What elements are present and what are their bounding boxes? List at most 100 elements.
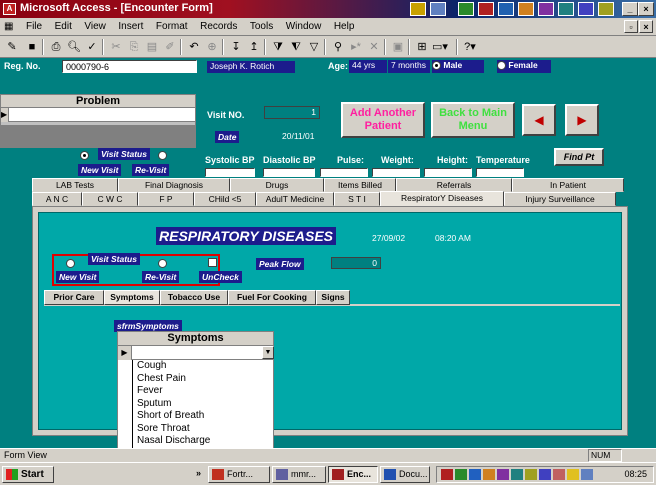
tray-app-icon[interactable] <box>458 2 474 16</box>
resp-re-radio-wrap[interactable] <box>158 258 167 269</box>
access-icon[interactable]: A <box>3 3 16 15</box>
tray-icon[interactable] <box>497 469 509 480</box>
symptom-option[interactable]: Sore Throat <box>133 423 274 436</box>
sort-ascending-icon[interactable]: ↧ <box>228 39 244 55</box>
tab-anc[interactable]: A N C <box>32 192 82 206</box>
tray-icon[interactable] <box>553 469 565 480</box>
delete-record-icon[interactable]: ✕ <box>366 39 382 55</box>
symptom-option[interactable]: Fever <box>133 385 274 398</box>
symptom-option[interactable]: Sputum <box>133 398 274 411</box>
systolic-input[interactable] <box>205 168 255 177</box>
tray-app-icon[interactable] <box>478 2 494 16</box>
add-patient-button[interactable]: Add Another Patient <box>341 102 425 138</box>
print-preview-icon[interactable]: 🔍︎ <box>66 39 82 55</box>
tab-adult-medicine[interactable]: AdulT Medicine <box>256 192 334 206</box>
tray-icon[interactable] <box>581 469 593 480</box>
tray-app-icon[interactable] <box>518 2 534 16</box>
restore-button[interactable]: ▫ <box>624 20 638 33</box>
task-encounter[interactable]: Enc... <box>328 466 378 483</box>
menu-view[interactable]: View <box>79 18 111 35</box>
resp-new-visit-radio[interactable] <box>66 259 75 269</box>
more-tasks-icon[interactable]: » <box>196 468 201 478</box>
tray-icon[interactable] <box>469 469 481 480</box>
spelling-icon[interactable]: ✓ <box>84 39 100 55</box>
format-painter-icon[interactable]: ✐ <box>162 39 178 55</box>
resp-re-visit-radio[interactable] <box>158 259 167 269</box>
tab-fp[interactable]: F P <box>138 192 194 206</box>
temperature-input[interactable] <box>476 168 524 177</box>
visit-no-field[interactable]: 1 <box>264 106 320 119</box>
menu-file[interactable]: File <box>21 18 47 35</box>
tab-sti[interactable]: S T I <box>334 192 380 206</box>
symptom-select[interactable]: ▼ <box>132 346 274 360</box>
help-icon[interactable]: ?▾ <box>462 39 478 55</box>
weight-input[interactable] <box>372 168 420 177</box>
pulse-input[interactable] <box>320 168 368 177</box>
new-record-icon[interactable]: ▸* <box>348 39 364 55</box>
paste-icon[interactable]: ▤ <box>144 39 160 55</box>
female-radio[interactable] <box>497 61 506 71</box>
properties-icon[interactable]: ▣ <box>390 39 406 55</box>
menu-window[interactable]: Window <box>281 18 327 35</box>
undo-icon[interactable]: ↶ <box>186 39 202 55</box>
tray-icon[interactable] <box>455 469 467 480</box>
re-visit-radio[interactable] <box>158 151 167 161</box>
tray-app-icon[interactable] <box>558 2 574 16</box>
tray-icon[interactable] <box>441 469 453 480</box>
close-doc-button[interactable]: × <box>639 20 653 33</box>
dropdown-arrow-icon[interactable]: ▼ <box>262 346 274 359</box>
tab-in-patient[interactable]: In Patient <box>512 178 624 192</box>
tab-items-billed[interactable]: Items Billed <box>324 178 396 192</box>
symptom-dropdown-list[interactable]: Cough Chest Pain Fever Sputum Short of B… <box>132 360 274 448</box>
filter-form-icon[interactable]: ⧨ <box>288 39 304 55</box>
tray-app-icon[interactable] <box>410 2 426 16</box>
menu-insert[interactable]: Insert <box>113 18 148 35</box>
back-main-button[interactable]: Back to Main Menu <box>431 102 515 138</box>
database-window-icon[interactable]: ⊞ <box>414 39 430 55</box>
symptom-option[interactable]: Short of Breath <box>133 410 274 423</box>
subtab-prior-care[interactable]: Prior Care <box>44 290 104 305</box>
tab-respiratory-diseases[interactable]: RespiratorY Diseases <box>380 191 504 207</box>
menu-help[interactable]: Help <box>329 18 360 35</box>
symptom-option[interactable]: Nasal Discharge <box>133 435 274 448</box>
reg-no-field[interactable]: 0000790-6 <box>62 60 197 73</box>
copy-icon[interactable]: ⎘ <box>126 39 142 55</box>
subtab-symptoms[interactable]: Symptoms <box>104 290 160 305</box>
tab-final-diagnosis[interactable]: Final Diagnosis <box>118 178 230 192</box>
save-icon[interactable]: ■ <box>24 39 40 55</box>
visit-status-re-radio-wrap[interactable] <box>158 150 167 161</box>
tab-lab-tests[interactable]: LAB Tests <box>32 178 118 192</box>
tray-app-icon[interactable] <box>498 2 514 16</box>
tab-drugs[interactable]: Drugs <box>230 178 324 192</box>
tray-icon[interactable] <box>525 469 537 480</box>
task-fortran[interactable]: Fortr... <box>208 466 270 483</box>
cut-icon[interactable]: ✂ <box>108 39 124 55</box>
problem-input[interactable] <box>9 108 195 122</box>
new-object-icon[interactable]: ▭▾ <box>432 39 448 55</box>
find-icon[interactable]: ⚲ <box>330 39 346 55</box>
print-icon[interactable]: ⎙ <box>48 39 64 55</box>
find-pt-button[interactable]: Find Pt <box>554 148 604 166</box>
hyperlink-icon[interactable]: ⊕ <box>204 39 220 55</box>
tray-app-icon[interactable] <box>578 2 594 16</box>
tray-icon[interactable] <box>483 469 495 480</box>
symptom-option[interactable]: Cough <box>133 360 274 373</box>
minimize-button[interactable]: _ <box>622 2 638 16</box>
tray-icon[interactable] <box>511 469 523 480</box>
uncheck-checkbox[interactable] <box>208 258 217 267</box>
filter-selection-icon[interactable]: ⧩ <box>270 39 286 55</box>
female-option[interactable]: Female <box>497 60 551 73</box>
symptom-option[interactable]: Chest Pain <box>133 373 274 386</box>
visit-status-new-radio-wrap[interactable] <box>80 150 89 161</box>
sort-descending-icon[interactable]: ↥ <box>246 39 262 55</box>
prev-record-icon[interactable]: ◀ <box>522 104 556 136</box>
tray-app-icon[interactable] <box>538 2 554 16</box>
tab-referrals[interactable]: Referrals <box>396 178 512 192</box>
male-option[interactable]: Male <box>432 60 484 73</box>
next-record-icon[interactable]: ▶ <box>565 104 599 136</box>
menu-tools[interactable]: Tools <box>245 18 278 35</box>
close-button[interactable]: × <box>638 2 654 16</box>
diastolic-input[interactable] <box>263 168 315 177</box>
menu-records[interactable]: Records <box>195 18 242 35</box>
start-button[interactable]: Start <box>2 466 54 483</box>
